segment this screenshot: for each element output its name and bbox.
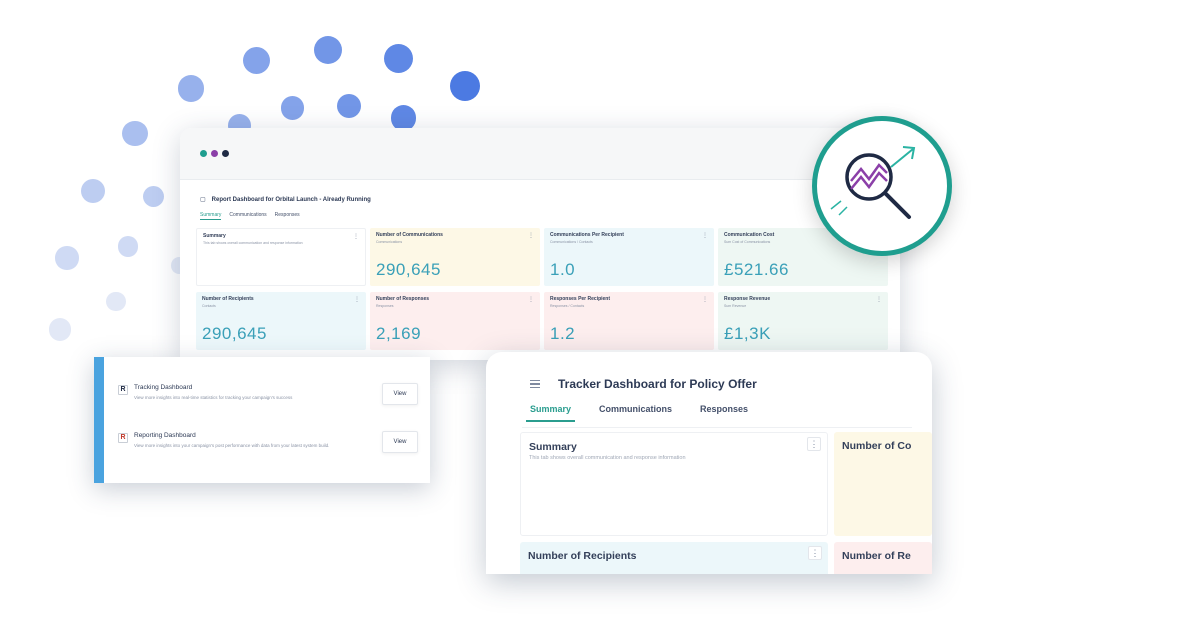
decorative-dot xyxy=(122,120,148,146)
recipients-card: Number of Recipients Contacts ⋮ 290,645 xyxy=(196,292,366,350)
card-menu-icon[interactable]: ⋮ xyxy=(702,296,708,303)
tab-responses[interactable]: Responses xyxy=(696,404,752,422)
decorative-dot xyxy=(336,93,361,118)
dashboard-logo-icon: R xyxy=(118,433,128,443)
report-tabs: Summary Communications Responses xyxy=(200,212,300,220)
tab-communications[interactable]: Communications xyxy=(229,212,266,220)
card-title: Number of Communications xyxy=(376,232,443,238)
card-value: 290,645 xyxy=(202,324,267,343)
window-controls xyxy=(200,150,229,157)
card-value: 1.0 xyxy=(550,260,576,279)
card-title: Number of Recipients xyxy=(528,550,637,562)
page-title: Report Dashboard for Orbital Launch - Al… xyxy=(211,196,371,203)
summary-card: Summary This tab shows overall communica… xyxy=(196,228,366,286)
page-title: Tracker Dashboard for Policy Offer xyxy=(558,377,757,391)
list-item: R Reporting Dashboard View more insights… xyxy=(118,429,418,473)
card-menu-icon[interactable]: ⋮ xyxy=(528,232,534,239)
card-subtitle: Sum Revenue xyxy=(724,304,747,308)
comms-per-recipient-card: Communications Per Recipient Communicati… xyxy=(544,228,714,286)
recipients-card: Number of Recipients ⋮ xyxy=(520,542,828,574)
card-menu-icon[interactable]: ⋮ xyxy=(808,546,822,560)
report-title-row: ▢ Report Dashboard for Orbital Launch - … xyxy=(200,196,371,204)
dashboards-list-panel: R Tracking Dashboard View more insights … xyxy=(94,357,430,483)
window-dot-dark-icon[interactable] xyxy=(222,150,229,157)
decorative-dot xyxy=(450,71,480,102)
list-item-name: Reporting Dashboard xyxy=(134,432,196,439)
card-subtitle: This tab shows overall communication and… xyxy=(203,241,303,245)
card-title: Number of Co xyxy=(842,440,912,452)
card-subtitle: Responses xyxy=(376,304,394,308)
decorative-dot xyxy=(280,96,305,121)
card-title: Number of Re xyxy=(842,550,911,562)
decorative-dot xyxy=(177,75,205,102)
decorative-dot xyxy=(106,291,126,311)
list-item: R Tracking Dashboard View more insights … xyxy=(118,381,418,425)
card-title: Summary xyxy=(203,233,226,239)
responses-per-recipient-card: Responses Per Recipient Responses / Cont… xyxy=(544,292,714,350)
card-title: Responses Per Recipient xyxy=(550,296,611,302)
tracker-tabs: Summary Communications Responses xyxy=(526,404,752,422)
card-value: 290,645 xyxy=(376,260,441,279)
card-menu-icon[interactable]: ⋮ xyxy=(353,233,359,240)
decorative-dot xyxy=(80,178,105,204)
decorative-dot xyxy=(313,35,342,65)
view-reporting-button[interactable]: View xyxy=(382,431,418,453)
list-item-description: View more insights into your campaign's … xyxy=(134,443,330,448)
decorative-dot xyxy=(48,318,72,341)
window-title-bar xyxy=(180,128,900,180)
decorative-dot xyxy=(117,236,139,257)
tab-communications[interactable]: Communications xyxy=(595,404,676,422)
decorative-dot xyxy=(384,44,414,74)
tracker-dashboard-tablet: Tracker Dashboard for Policy Offer Summa… xyxy=(486,352,932,574)
response-revenue-card: Response Revenue Sum Revenue ⋮ £1,3K xyxy=(718,292,888,350)
card-menu-icon[interactable]: ⋮ xyxy=(807,437,821,451)
tab-responses[interactable]: Responses xyxy=(275,212,300,220)
window-dot-purple-icon[interactable] xyxy=(211,150,218,157)
tabs-divider xyxy=(522,427,912,428)
view-tracking-button[interactable]: View xyxy=(382,383,418,405)
card-subtitle: Responses / Contacts xyxy=(550,304,585,308)
hamburger-menu-icon[interactable] xyxy=(530,380,540,389)
card-value: 2,169 xyxy=(376,324,422,343)
card-subtitle: This tab shows overall communication and… xyxy=(529,455,686,461)
card-menu-icon[interactable]: ⋮ xyxy=(354,296,360,303)
decorative-dot xyxy=(143,186,165,208)
window-dot-teal-icon[interactable] xyxy=(200,150,207,157)
card-title: Number of Recipients xyxy=(202,296,254,302)
card-title: Number of Responses xyxy=(376,296,430,302)
card-menu-icon[interactable]: ⋮ xyxy=(876,296,882,303)
tab-summary[interactable]: Summary xyxy=(200,212,222,220)
list-item-description: View more insights into real-time statis… xyxy=(134,395,293,400)
card-value: 1.2 xyxy=(550,324,576,343)
summary-card: Summary This tab shows overall communica… xyxy=(520,432,828,536)
card-title: Summary xyxy=(529,441,577,453)
card-title: Communications Per Recipient xyxy=(550,232,624,238)
card-subtitle: Contacts xyxy=(202,304,216,308)
magnifier-trend-icon xyxy=(812,116,952,256)
communications-card: Number of Co xyxy=(834,432,932,536)
card-title: Response Revenue xyxy=(724,296,771,302)
communications-card: Number of Communications Communications … xyxy=(370,228,540,286)
card-menu-icon[interactable]: ⋮ xyxy=(528,296,534,303)
decorative-dot xyxy=(390,105,417,131)
report-dashboard-window: ▢ Report Dashboard for Orbital Launch - … xyxy=(180,128,900,360)
card-value: £1,3K xyxy=(724,324,771,343)
list-item-name: Tracking Dashboard xyxy=(134,384,193,391)
decorative-dot xyxy=(243,46,271,74)
decorative-dot xyxy=(55,246,79,270)
document-icon: ▢ xyxy=(200,197,206,203)
dashboard-logo-icon: R xyxy=(118,385,128,395)
tab-summary[interactable]: Summary xyxy=(526,404,576,422)
card-value: £521.66 xyxy=(724,260,789,279)
card-subtitle: Communications xyxy=(376,240,403,244)
card-menu-icon[interactable]: ⋮ xyxy=(702,232,708,239)
responses-card: Number of Re xyxy=(834,542,932,574)
card-subtitle: Communications / Contacts xyxy=(550,240,593,244)
responses-card: Number of Responses Responses ⋮ 2,169 xyxy=(370,292,540,350)
